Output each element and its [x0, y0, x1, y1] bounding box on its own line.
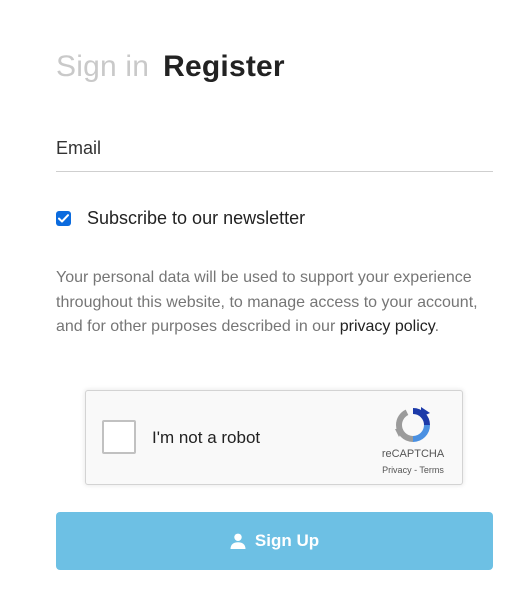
auth-tabs: Sign in Register — [56, 50, 285, 94]
recaptcha-privacy-link[interactable]: Privacy — [382, 465, 412, 475]
email-field-wrapper — [56, 125, 493, 172]
newsletter-option: Subscribe to our newsletter — [56, 206, 305, 230]
recaptcha-logo-icon — [395, 407, 430, 442]
checkmark-icon — [58, 213, 69, 222]
newsletter-checkbox[interactable] — [56, 210, 71, 226]
email-field[interactable] — [56, 125, 493, 171]
privacy-policy-link[interactable]: privacy policy — [340, 318, 435, 335]
recaptcha-checkbox[interactable] — [102, 420, 136, 454]
recaptcha-brand: reCAPTCHA — [381, 448, 445, 460]
tab-sign-in[interactable]: Sign in — [56, 50, 149, 84]
privacy-notice-suffix: . — [434, 318, 440, 335]
sign-up-label: Sign Up — [254, 531, 320, 550]
recaptcha-links: Privacy - Terms — [371, 465, 455, 475]
recaptcha-label: I'm not a robot — [152, 428, 261, 447]
tab-register[interactable]: Register — [163, 50, 285, 84]
user-icon — [230, 533, 246, 549]
privacy-notice: Your personal data will be used to suppo… — [56, 266, 496, 340]
newsletter-label[interactable]: Subscribe to our newsletter — [87, 208, 305, 229]
sign-up-button[interactable]: Sign Up — [56, 512, 493, 570]
recaptcha-terms-link[interactable]: Terms — [419, 465, 444, 475]
recaptcha-widget: I'm not a robot reCAPTCHA Privacy - Term… — [85, 390, 463, 485]
